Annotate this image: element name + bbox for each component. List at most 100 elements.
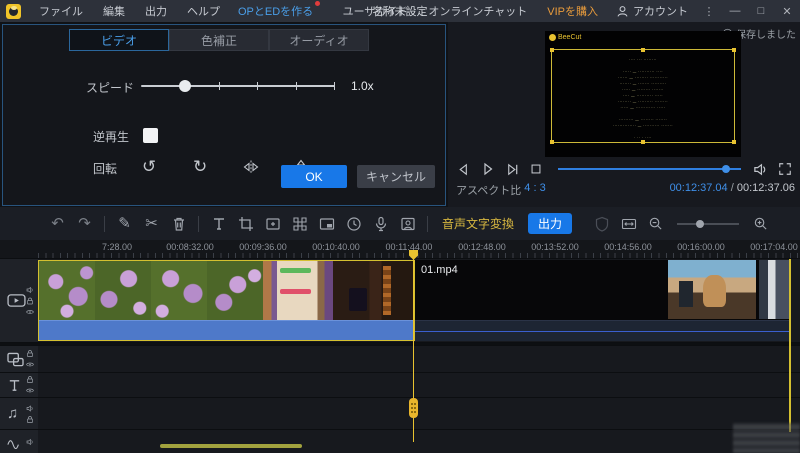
rotate-label: 回転 <box>93 162 118 176</box>
thumb-flowers <box>39 261 95 320</box>
playhead-grip[interactable] <box>409 398 418 418</box>
video-clip-selected[interactable] <box>38 260 415 341</box>
flip-horizontal-button[interactable] <box>243 159 259 175</box>
speed-tick <box>218 82 220 90</box>
reverse-checkbox[interactable] <box>143 128 158 143</box>
tab-video[interactable]: ビデオ <box>69 29 169 51</box>
text-track[interactable] <box>0 372 800 397</box>
play-button[interactable] <box>480 161 496 177</box>
watermark-label: BeeCut <box>558 34 582 41</box>
duration-button[interactable] <box>340 216 367 232</box>
hide-track-icon[interactable] <box>26 308 34 316</box>
timeline: 7:28.00 00:08:32.00 00:09:36.00 00:10:40… <box>0 240 800 453</box>
aspect-ratio-value[interactable]: 4 : 3 <box>524 182 545 198</box>
rotate-ccw-button[interactable]: ↺ <box>142 157 156 177</box>
music-track[interactable]: ♫ <box>0 397 800 429</box>
ruler-label: 00:12:48.00 <box>458 242 506 252</box>
hide-track-icon[interactable] <box>26 361 34 369</box>
selection-handle[interactable] <box>641 48 645 52</box>
shield-icon <box>594 216 610 232</box>
speed-slider[interactable] <box>141 80 336 92</box>
speed-slider-handle[interactable] <box>179 80 191 92</box>
crop-button[interactable] <box>232 216 259 232</box>
tab-color-correction[interactable]: 色補正 <box>169 29 269 51</box>
seek-bar[interactable] <box>558 165 741 173</box>
rotate-cw-button[interactable]: ↻ <box>193 157 207 177</box>
add-text-button[interactable] <box>205 216 232 232</box>
speech-to-text-button[interactable]: 音声文字変換 <box>442 215 514 232</box>
protect-button[interactable] <box>588 216 615 232</box>
mute-track-icon[interactable] <box>26 438 34 446</box>
credits-text: ···· ··· ········ ····· — ·········· ···… <box>612 58 674 140</box>
undo-button[interactable]: ↶ <box>44 216 71 231</box>
timeline-zoom-slider[interactable] <box>677 219 740 228</box>
speed-tick <box>334 82 336 90</box>
overlay-track[interactable] <box>0 345 800 372</box>
thumb-flowers <box>207 261 263 320</box>
timeline-zoom-handle[interactable] <box>695 219 704 228</box>
watermark: BeeCut <box>549 34 581 41</box>
record-voice-button[interactable] <box>367 216 394 232</box>
volume-icon[interactable] <box>753 162 768 177</box>
redo-button[interactable]: ↷ <box>71 216 98 231</box>
ruler-label: 00:16:00.00 <box>677 242 725 252</box>
lock-track-icon[interactable] <box>26 415 34 423</box>
tab-audio[interactable]: オーディオ <box>269 29 369 51</box>
hide-track-icon[interactable] <box>26 387 34 395</box>
next-frame-button[interactable] <box>505 162 520 177</box>
fullscreen-icon[interactable] <box>778 162 792 176</box>
zoom-out-button[interactable] <box>642 216 669 231</box>
ruler-label: 00:14:56.00 <box>604 242 652 252</box>
selection-handle[interactable] <box>550 48 554 52</box>
seek-handle[interactable] <box>722 165 731 173</box>
project-end-marker <box>789 259 791 432</box>
delete-button[interactable] <box>165 216 192 232</box>
voice-track[interactable] <box>0 429 800 453</box>
selection-handle[interactable] <box>732 48 736 52</box>
export-button[interactable]: 出力 <box>528 213 573 234</box>
toolbar-divider <box>104 215 105 232</box>
zoom-in-icon <box>753 216 768 231</box>
toolbar-divider <box>198 215 199 232</box>
ruler-label: 00:13:52.00 <box>531 242 579 252</box>
mute-track-icon[interactable] <box>26 404 34 412</box>
time-total: 00:12:37.06 <box>736 182 795 194</box>
zoom-in-button[interactable] <box>747 216 774 231</box>
clock-icon <box>346 216 362 232</box>
horizontal-scrollbar[interactable] <box>160 444 302 448</box>
ruler-label: 7:28.00 <box>101 242 133 252</box>
ruler-label: 00:17:04.00 <box>750 242 798 252</box>
edit-clip-button[interactable]: ✎ <box>111 216 138 231</box>
split-button[interactable]: ✂ <box>138 216 165 231</box>
zoom-out-icon <box>648 216 663 231</box>
time-ruler[interactable]: 7:28.00 00:08:32.00 00:09:36.00 00:10:40… <box>0 240 800 258</box>
zoom-region-button[interactable] <box>259 216 286 232</box>
fit-timeline-button[interactable] <box>615 216 642 232</box>
trash-icon <box>171 216 187 232</box>
voice-track-icon <box>7 435 21 449</box>
cancel-button[interactable]: キャンセル <box>357 165 435 188</box>
preview-meta-row: アスペクト比 4 : 3 00:12:37.04 / 00:12:37.06 <box>456 182 795 198</box>
portrait-icon <box>400 216 416 232</box>
mosaic-button[interactable] <box>286 216 313 232</box>
picture-in-picture-button[interactable] <box>313 216 340 232</box>
text-track-header <box>0 373 38 397</box>
microphone-icon <box>373 216 389 232</box>
previous-frame-button[interactable] <box>456 162 471 177</box>
beecut-app-window: ファイル 編集 出力 ヘルプ OPとEDを作る 名称未設定 ユーザガイド オンラ… <box>0 0 800 453</box>
ok-button[interactable]: OK <box>281 165 347 188</box>
video-preview[interactable]: BeeCut ···· ··· ········ ····· — ·······… <box>545 31 741 157</box>
stop-button[interactable] <box>529 162 543 176</box>
lock-track-icon[interactable] <box>26 350 34 358</box>
mute-track-icon[interactable] <box>26 286 34 294</box>
crop-icon <box>238 216 254 232</box>
music-track-header: ♫ <box>0 398 38 429</box>
speed-tick <box>257 82 259 90</box>
video-track[interactable]: 01.mp4 <box>0 258 800 342</box>
video-clip-01mp4[interactable]: 01.mp4 <box>415 260 789 341</box>
lock-track-icon[interactable] <box>26 376 34 384</box>
lock-track-icon[interactable] <box>26 297 34 305</box>
reverse-label: 逆再生 <box>93 130 130 144</box>
freeze-frame-button[interactable] <box>394 216 421 232</box>
video-track-icon <box>7 293 26 308</box>
